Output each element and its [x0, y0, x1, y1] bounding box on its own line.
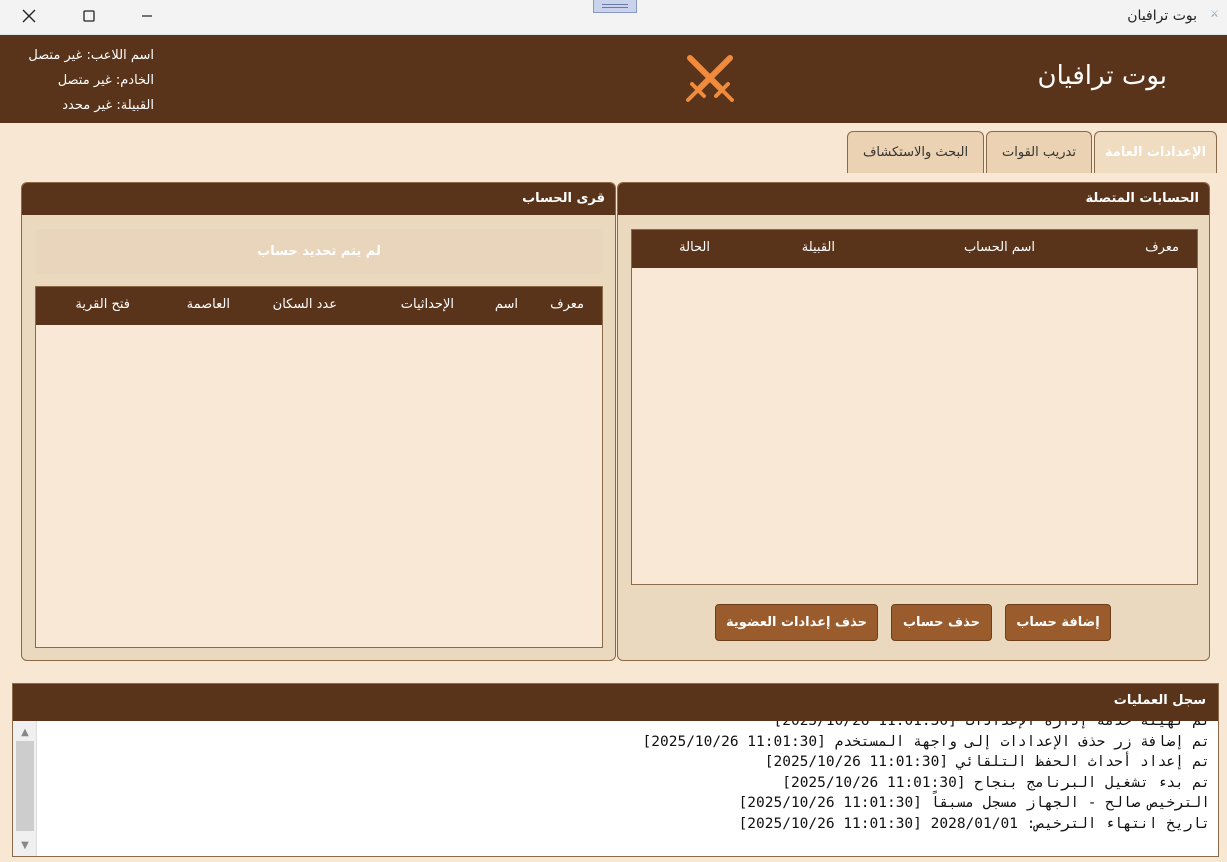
tab-troop-training[interactable]: تدريب القوات: [986, 131, 1092, 173]
delete-account-button[interactable]: حذف حساب: [891, 604, 992, 641]
scroll-down-icon[interactable]: ▼: [13, 836, 37, 854]
app-icon: ⚔: [1210, 9, 1219, 20]
window-titlebar: بوت ترافيان ⚔: [0, 0, 1227, 35]
window-drag-grip[interactable]: [593, 0, 637, 13]
minimize-icon: [142, 15, 152, 17]
connection-info: اسم اللاعب: غير متصل الخادم: غير متصل ال…: [28, 43, 154, 118]
villages-table-header: معرف اسم الإحداثيات عدد السكان العاصمة ف…: [36, 287, 602, 325]
villages-panel-title: قرى الحساب: [22, 183, 615, 215]
column-header-coordinates[interactable]: الإحداثيات: [401, 297, 454, 312]
column-header-account-name[interactable]: اسم الحساب: [964, 240, 1035, 255]
operations-log-panel: سجل العمليات ▲ ▼ [2025/10/26 11:01:30] ت…: [12, 683, 1219, 857]
column-header-name[interactable]: اسم: [495, 297, 518, 312]
log-text-area[interactable]: [2025/10/26 11:01:30] تم تهيئة خدمة إدار…: [37, 721, 1218, 856]
villages-table[interactable]: معرف اسم الإحداثيات عدد السكان العاصمة ف…: [35, 286, 603, 648]
maximize-icon: [83, 10, 95, 22]
column-header-open-village[interactable]: فتح القرية: [75, 297, 130, 312]
log-line: [2025/10/26 11:01:30] تم إعداد أحداث الح…: [764, 754, 1210, 770]
log-line: [2025/10/26 11:01:30] تاريخ انتهاء الترخ…: [738, 815, 1210, 832]
no-account-selected-message: لم يتم تحديد حساب: [35, 229, 603, 274]
log-line: [2025/10/26 11:01:30] تم إضافة زر حذف ال…: [642, 733, 1210, 750]
column-header-id[interactable]: معرف: [550, 297, 584, 312]
accounts-table-header: معرف اسم الحساب القبيلة الحالة: [632, 230, 1197, 268]
log-panel-title: سجل العمليات: [13, 684, 1218, 721]
accounts-table[interactable]: معرف اسم الحساب القبيلة الحالة: [631, 229, 1198, 585]
log-lines: [2025/10/26 11:01:30] تم تهيئة خدمة إدار…: [643, 721, 1210, 834]
log-line: [2025/10/26 11:01:30] تم بدء تشغيل البرن…: [782, 774, 1210, 791]
add-account-button[interactable]: إضافة حساب: [1005, 604, 1111, 641]
window-title: بوت ترافيان: [1127, 8, 1197, 24]
app-title: بوت ترافيان: [1037, 61, 1167, 91]
player-name-label: اسم اللاعب: غير متصل: [28, 48, 154, 63]
connected-accounts-panel: الحسابات المتصلة معرف اسم الحساب القبيلة…: [617, 182, 1210, 661]
log-line: [2025/10/26 11:01:30] الترخيص صالح - الج…: [738, 795, 1210, 811]
tab-search-explore[interactable]: البحث والاستكشاف: [847, 131, 984, 173]
tribe-label: القبيلة: غير محدد: [62, 98, 154, 113]
app-header: اسم اللاعب: غير متصل الخادم: غير متصل ال…: [0, 35, 1227, 123]
accounts-panel-title: الحسابات المتصلة: [618, 183, 1209, 215]
column-header-tribe[interactable]: القبيلة: [802, 240, 835, 255]
log-line: [2025/10/26 11:01:30] تم تهيئة خدمة إدار…: [773, 721, 1211, 729]
column-header-capital[interactable]: العاصمة: [187, 297, 230, 312]
crossed-swords-icon: [686, 55, 734, 102]
server-label: الخادم: غير متصل: [57, 73, 154, 88]
column-header-population[interactable]: عدد السكان: [273, 297, 337, 312]
delete-membership-settings-button[interactable]: حذف إعدادات العضوية: [715, 604, 878, 641]
scroll-up-icon[interactable]: ▲: [13, 723, 37, 741]
close-window-button[interactable]: [0, 0, 58, 32]
close-icon: [22, 9, 36, 23]
account-villages-panel: قرى الحساب لم يتم تحديد حساب معرف اسم ال…: [21, 182, 616, 661]
scrollbar-thumb[interactable]: [16, 741, 34, 831]
minimize-window-button[interactable]: [118, 0, 176, 32]
column-header-status[interactable]: الحالة: [679, 240, 710, 255]
column-header-id[interactable]: معرف: [1145, 240, 1179, 255]
log-scrollbar[interactable]: ▲ ▼: [13, 721, 37, 856]
tab-general-settings[interactable]: الإعدادات العامة: [1094, 131, 1217, 173]
maximize-window-button[interactable]: [60, 0, 118, 32]
